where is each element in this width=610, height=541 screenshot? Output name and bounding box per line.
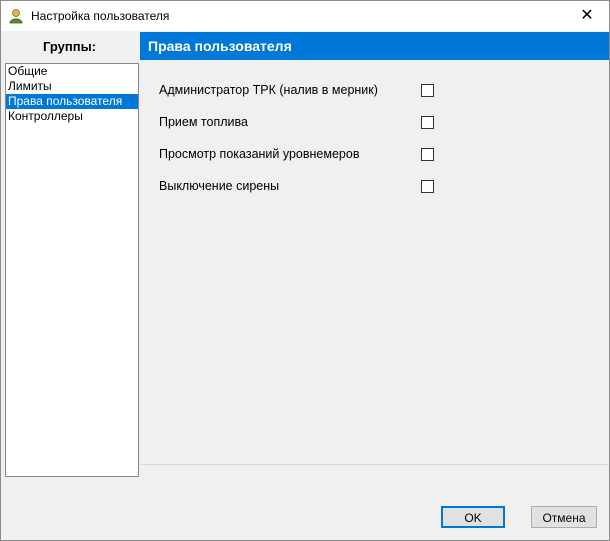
right-row: Прием топлива [159,114,579,132]
ok-button[interactable]: OK [441,506,505,528]
right-label: Выключение сирены [159,179,280,193]
groups-list[interactable]: Общие Лимиты Права пользователя Контролл… [5,63,139,477]
group-item-controllers[interactable]: Контроллеры [6,109,138,124]
right-row: Администратор ТРК (налив в мерник) [159,82,579,100]
rights-panel: Администратор ТРК (налив в мерник) Прием… [140,60,609,464]
right-checkbox[interactable] [421,180,434,193]
group-item-general[interactable]: Общие [6,64,138,79]
section-title: Права пользователя [140,32,609,60]
right-label: Прием топлива [159,115,248,129]
close-button[interactable]: ✕ [565,1,609,31]
right-row: Просмотр показаний уровнемеров [159,146,579,164]
group-item-user-rights[interactable]: Права пользователя [6,94,138,109]
title-bar: Настройка пользователя ✕ [1,1,609,31]
right-label: Администратор ТРК (налив в мерник) [159,83,378,97]
right-label: Просмотр показаний уровнемеров [159,147,360,161]
right-row: Выключение сирены [159,178,579,196]
right-checkbox[interactable] [421,84,434,97]
right-checkbox[interactable] [421,148,434,161]
settings-dialog: Настройка пользователя ✕ Группы: Общие Л… [0,0,610,541]
right-checkbox[interactable] [421,116,434,129]
group-item-limits[interactable]: Лимиты [6,79,138,94]
user-icon [9,8,23,24]
panel-divider [140,464,609,465]
cancel-button[interactable]: Отмена [531,506,597,528]
groups-header: Группы: [42,39,96,54]
window-title: Настройка пользователя [31,9,170,23]
